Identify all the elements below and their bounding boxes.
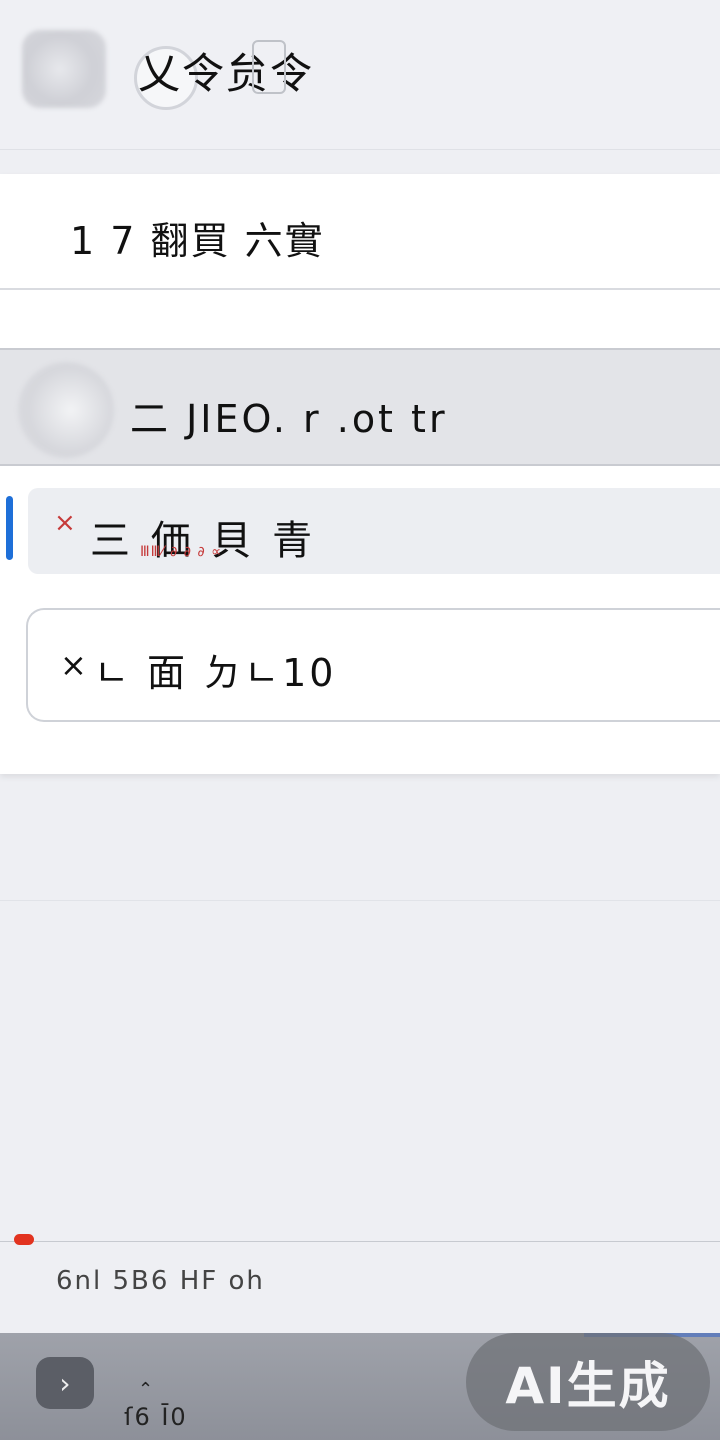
- menu-item-4[interactable]: × ㄴ 面 ㄉㄴ10: [26, 608, 720, 722]
- header-avatar[interactable]: [22, 30, 106, 108]
- bottom-caption: ſ6 Ī0: [124, 1403, 188, 1431]
- menu-item-2[interactable]: 二 JIEO. r .ot tr: [0, 348, 720, 466]
- document-icon[interactable]: [252, 40, 286, 94]
- notification-dot-icon: [14, 1234, 34, 1245]
- selection-indicator: [6, 496, 13, 560]
- menu-item-sublabel: ⅢⅢ⁄ ∂ ∂ ∂ ∝: [140, 544, 223, 560]
- menu-item-3-selected[interactable]: × 三 価 貝 青 ⅢⅢ⁄ ∂ ∂ ∂ ∝: [6, 488, 720, 574]
- menu-item-label: 二 JIEO. r .ot tr: [130, 397, 448, 441]
- close-icon[interactable]: ×: [60, 646, 87, 684]
- menu-item-1[interactable]: 1 7 翻買 六實: [0, 174, 720, 290]
- close-icon[interactable]: ×: [54, 508, 76, 538]
- ai-generated-badge: AI生成: [466, 1333, 710, 1431]
- divider: [0, 900, 720, 901]
- spacer: [0, 290, 720, 348]
- bottom-bar: › ⌃ ſ6 Ī0 AI生成: [0, 1333, 720, 1440]
- alert-icon: ⌃: [138, 1379, 154, 1400]
- menu-card: 1 7 翻買 六實 二 JIEO. r .ot tr × 三 価 貝 青 ⅢⅢ⁄…: [0, 174, 720, 774]
- status-text: 6nl 5B6 HF oh: [56, 1266, 265, 1296]
- header: 乂令贠令: [0, 0, 720, 150]
- divider: [0, 1241, 720, 1242]
- avatar: [18, 362, 114, 458]
- page-title: 乂令贠令: [138, 49, 315, 98]
- menu-item-label: ㄴ 面 ㄉㄴ10: [94, 651, 337, 695]
- menu-item-label: 1 7 翻買 六實: [70, 219, 325, 263]
- forward-button[interactable]: ›: [36, 1357, 94, 1409]
- app-screen: 乂令贠令 1 7 翻買 六實 二 JIEO. r .ot tr × 三 価 貝 …: [0, 0, 720, 1440]
- chevron-right-icon: ›: [59, 1366, 71, 1400]
